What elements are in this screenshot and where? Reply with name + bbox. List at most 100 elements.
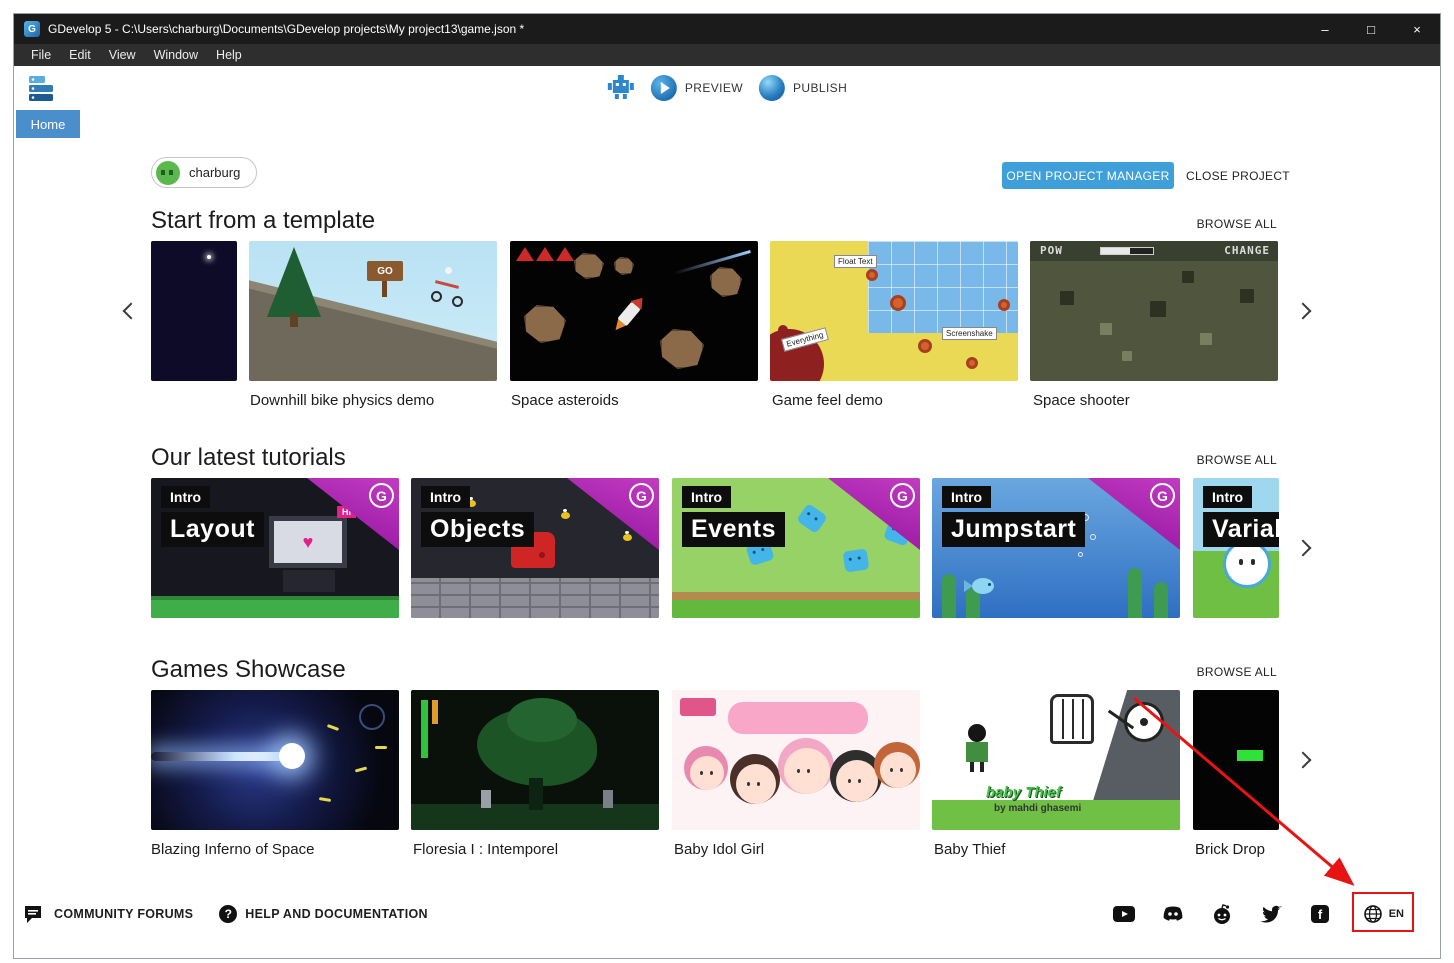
art-beam <box>151 752 291 761</box>
art-rocket <box>610 293 648 334</box>
title-bar: G GDevelop 5 - C:\Users\charburg\Documen… <box>14 14 1440 44</box>
showcase-card-floresia[interactable] <box>411 690 659 830</box>
art-flag <box>516 247 534 261</box>
close-button[interactable]: × <box>1394 14 1440 44</box>
art-sprite <box>1200 333 1212 345</box>
tutorial-badge: Intro <box>942 486 991 508</box>
username-label: charburg <box>189 165 240 180</box>
art-sprite <box>1240 289 1254 303</box>
thumbnail-art <box>1193 690 1279 830</box>
template-card-space-asteroids[interactable] <box>510 241 758 381</box>
window-controls: – □ × <box>1302 14 1440 44</box>
discord-link[interactable] <box>1161 903 1185 925</box>
showcase-card-baby-idol[interactable] <box>672 690 920 830</box>
project-manager-icon <box>26 73 56 103</box>
discord-icon <box>1161 904 1185 924</box>
showcase-next-arrow[interactable] <box>1294 751 1314 771</box>
menu-help[interactable]: Help <box>207 46 251 64</box>
template-caption[interactable]: Space shooter <box>1033 392 1130 409</box>
art-grass <box>672 600 920 618</box>
showcase-caption[interactable]: Blazing Inferno of Space <box>151 841 314 858</box>
project-manager-button[interactable] <box>24 72 58 104</box>
art-character-body <box>966 742 988 762</box>
art-dot <box>918 339 932 353</box>
showcase-browse-all[interactable]: BROWSE ALL <box>1197 665 1277 679</box>
showcase-caption[interactable]: Baby Thief <box>934 841 1005 858</box>
footer-left: COMMUNITY FORUMS ? HELP AND DOCUMENTATIO… <box>24 904 428 924</box>
art-seaweed <box>1154 582 1168 618</box>
art-asteroid <box>660 329 704 369</box>
art-dot <box>890 295 906 311</box>
tutorial-badge: Intro <box>1203 486 1252 508</box>
menu-edit[interactable]: Edit <box>60 46 100 64</box>
chat-bubble-icon <box>24 904 46 924</box>
tutorial-card-variables[interactable]: +1 Intro Variables <box>1193 478 1279 618</box>
toolbar-center: PREVIEW PUBLISH <box>607 66 847 110</box>
menu-file[interactable]: File <box>22 46 60 64</box>
tutorial-card-jumpstart[interactable]: Intro Jumpstart G <box>932 478 1180 618</box>
art-asteroid <box>524 305 566 343</box>
art-bike-frame <box>435 280 459 289</box>
template-caption[interactable]: Space asteroids <box>511 392 619 409</box>
template-card-downhill-bike[interactable]: GO <box>249 241 497 381</box>
showcase-card-baby-thief[interactable]: baby Thief by mahdi ghasemi <box>932 690 1180 830</box>
preview-button[interactable]: PREVIEW <box>651 75 743 101</box>
gdevelop-logo-icon: G <box>629 483 654 508</box>
tutorials-row: ♥ Hi Intro Layout G Intro Objects <box>14 478 1440 618</box>
tutorial-card-events[interactable]: Intro Events G <box>672 478 920 618</box>
debug-icon <box>607 75 635 101</box>
art-health-bar <box>421 700 428 758</box>
templates-next-arrow[interactable] <box>1294 302 1314 322</box>
art-heart: ♥ <box>303 532 314 553</box>
tutorial-card-objects[interactable]: Intro Objects G <box>411 478 659 618</box>
tutorial-card-layout[interactable]: ♥ Hi Intro Layout G <box>151 478 399 618</box>
svg-text:f: f <box>1318 907 1323 922</box>
art-fish <box>972 578 994 594</box>
tutorial-title: Jumpstart <box>942 512 1085 547</box>
template-card-game-feel[interactable]: Float Text Everything Screenshake <box>770 241 1018 381</box>
debugger-button[interactable] <box>607 75 635 101</box>
templates-section-title: Start from a template <box>151 207 375 235</box>
close-project-button[interactable]: CLOSE PROJECT <box>1186 162 1290 189</box>
minimize-button[interactable]: – <box>1302 14 1348 44</box>
art-rider-head <box>445 267 452 274</box>
menu-window[interactable]: Window <box>145 46 207 64</box>
template-card-space-shooter[interactable]: POW CHANGE <box>1030 241 1278 381</box>
template-caption[interactable]: Downhill bike physics demo <box>250 392 434 409</box>
template-caption[interactable]: Game feel demo <box>772 392 883 409</box>
maximize-button[interactable]: □ <box>1348 14 1394 44</box>
twitter-link[interactable] <box>1259 903 1283 925</box>
help-documentation-link[interactable]: ? HELP AND DOCUMENTATION <box>219 905 428 923</box>
tutorials-next-arrow[interactable] <box>1294 539 1314 559</box>
reddit-link[interactable] <box>1210 903 1234 925</box>
showcase-caption[interactable]: Brick Drop <box>1195 841 1265 858</box>
art-flag <box>536 247 554 261</box>
open-project-manager-button[interactable]: OPEN PROJECT MANAGER <box>1002 162 1174 189</box>
tutorial-badge: Intro <box>161 486 210 508</box>
youtube-link[interactable] <box>1112 903 1136 925</box>
menu-view[interactable]: View <box>100 46 145 64</box>
showcase-card-brick-drop[interactable] <box>1193 690 1279 830</box>
tab-home[interactable]: Home <box>16 110 80 138</box>
facebook-icon: f <box>1310 904 1330 924</box>
thumbnail-art: ♥ Hi Intro Layout G <box>151 478 399 618</box>
templates-browse-all[interactable]: BROWSE ALL <box>1197 217 1277 231</box>
facebook-link[interactable]: f <box>1308 903 1332 925</box>
showcase-caption[interactable]: Floresia I : Intemporel <box>413 841 558 858</box>
gdevelop-logo-icon: G <box>24 21 40 37</box>
publish-button[interactable]: PUBLISH <box>759 75 847 101</box>
tutorials-browse-all[interactable]: BROWSE ALL <box>1197 453 1277 467</box>
showcase-card-blazing-inferno[interactable] <box>151 690 399 830</box>
template-card-particles[interactable] <box>151 241 237 381</box>
avatar-face <box>161 170 173 175</box>
art-label-screenshake: Screenshake <box>942 327 997 340</box>
thumbnail-art: baby Thief by mahdi ghasemi <box>932 690 1180 830</box>
art-grass <box>151 596 399 618</box>
user-chip[interactable]: charburg <box>151 157 257 188</box>
community-forums-link[interactable]: COMMUNITY FORUMS <box>24 904 193 924</box>
tab-bar: Home <box>14 110 1440 138</box>
play-triangle <box>661 82 670 94</box>
art-bee <box>623 534 632 541</box>
showcase-caption[interactable]: Baby Idol Girl <box>674 841 764 858</box>
language-button[interactable]: EN <box>1357 900 1410 928</box>
